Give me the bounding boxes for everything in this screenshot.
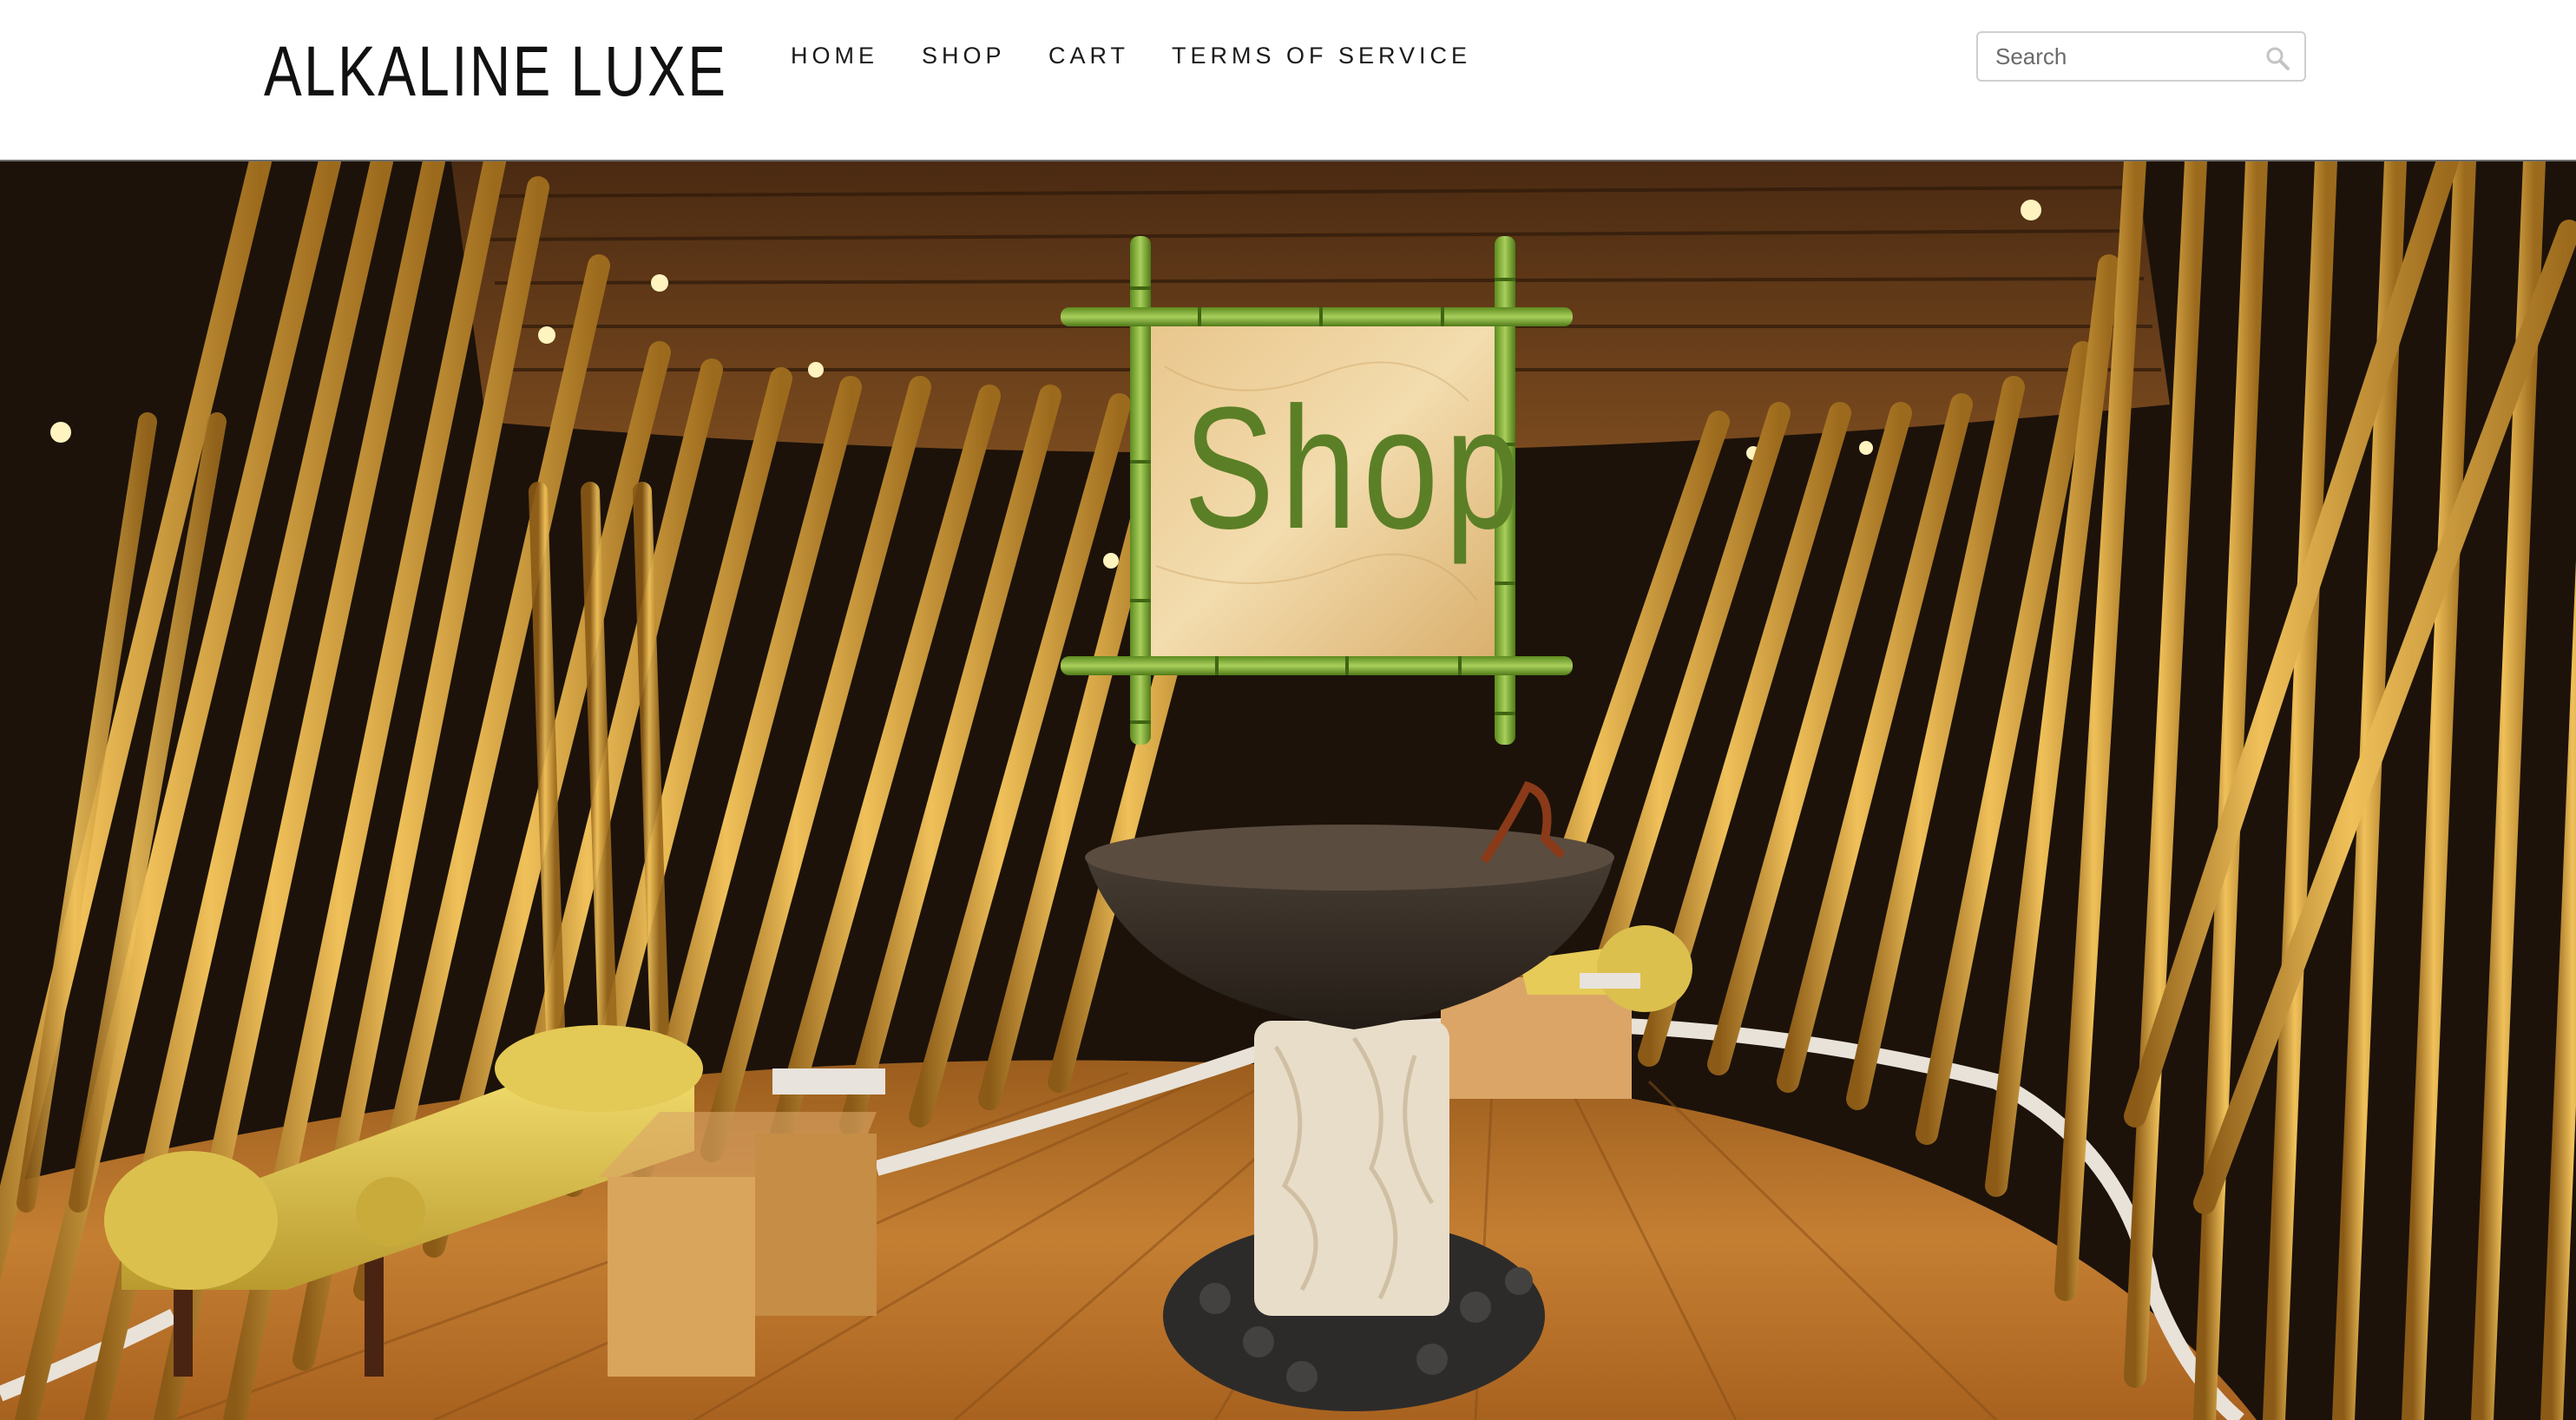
search-icon[interactable]: [2264, 45, 2290, 71]
nav-home[interactable]: HOME: [791, 38, 878, 73]
nav-cart[interactable]: CART: [1048, 38, 1129, 73]
shop-sign-label[interactable]: Shop: [1184, 373, 1521, 564]
search-box: [1976, 31, 2306, 82]
site-logo[interactable]: ALKALINE LUXE: [264, 33, 727, 111]
nav-terms-of-service[interactable]: TERMS OF SERVICE: [1172, 38, 1471, 73]
search-input[interactable]: [1978, 33, 2256, 80]
site-header: ALKALINE LUXE HOME SHOP CART TERMS OF SE…: [0, 0, 2576, 161]
nav-shop[interactable]: SHOP: [922, 38, 1006, 73]
hero-banner: Shop: [0, 161, 2576, 1420]
